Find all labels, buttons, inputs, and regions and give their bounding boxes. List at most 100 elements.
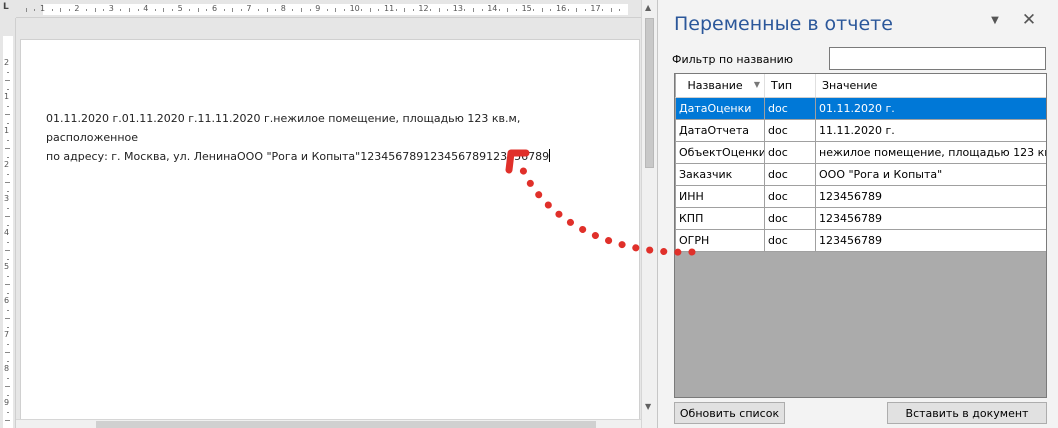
ruler-number: 9 [4, 398, 10, 407]
document-area: L 1 2 3 4 5 6 7 8 9 10 11 12 13 14 15 16 17 21123456789 … [0, 0, 657, 428]
ruler-tick [404, 8, 406, 12]
insert-into-document-button[interactable]: Вставить в документ [887, 402, 1047, 424]
ruler-number: 12 [418, 4, 429, 13]
ruler-number: 9 [315, 4, 321, 13]
ruler-tick [7, 394, 9, 396]
ruler-tick [7, 309, 9, 311]
cell-name[interactable]: ДатаОценки [675, 96, 765, 120]
ruler-tick [197, 8, 199, 12]
cell-value[interactable]: 123456789 [815, 206, 1046, 230]
tab-selector[interactable]: L [0, 0, 16, 18]
ruler-tick [189, 9, 191, 11]
ruler-tick [223, 9, 225, 11]
cell-name[interactable]: КПП [675, 206, 765, 230]
ruler-tick [5, 182, 10, 183]
ruler-tick [120, 9, 122, 11]
vertical-ruler[interactable]: 2 1 1 2 3 4 5 6 7 8 9 [0, 18, 16, 428]
pane-close-icon[interactable]: ✕ [1020, 10, 1038, 30]
scroll-down-arrow-icon[interactable]: ▼ [645, 402, 651, 411]
vertical-scrollbar[interactable]: ▲ ▼ [641, 0, 657, 428]
cell-name[interactable]: ОбъектОценки [675, 140, 765, 164]
column-header-name[interactable]: Название ▼ [675, 74, 765, 98]
ruler-tick [7, 190, 9, 192]
ruler-tick [7, 241, 9, 243]
cell-value[interactable]: 123456789 [815, 184, 1046, 208]
ruler-tick [5, 386, 10, 387]
cell-type[interactable]: doc [764, 206, 816, 230]
ruler-number: 6 [4, 296, 10, 305]
ruler-number: 3 [108, 4, 114, 13]
ruler-number: 1 [40, 4, 46, 13]
ruler-tick [447, 9, 449, 11]
refresh-list-button[interactable]: Обновить список [674, 402, 785, 424]
ruler-tick [7, 139, 9, 141]
vertical-scroll-thumb[interactable] [645, 18, 654, 168]
ruler-tick [369, 8, 371, 12]
table-row[interactable]: КПП doc 123456789 [675, 206, 1046, 230]
ruler-number: 14 [487, 4, 498, 13]
ruler-tick [5, 114, 10, 115]
cell-name[interactable]: ИНН [675, 184, 765, 208]
table-row[interactable]: ОГРН doc 123456789 [675, 228, 1046, 252]
ruler-number: 7 [246, 4, 252, 13]
ruler-tick [5, 80, 10, 81]
ruler-tick [361, 9, 363, 11]
cell-type[interactable]: doc [764, 162, 816, 186]
cell-value[interactable]: 01.11.2020 г. [815, 96, 1046, 120]
ruler-tick [94, 8, 96, 12]
table-row[interactable]: ДатаОценки doc 01.11.2020 г. [675, 96, 1046, 120]
ruler-number: 5 [177, 4, 183, 13]
horizontal-scrollbar[interactable] [16, 419, 641, 428]
cell-type[interactable]: doc [764, 140, 816, 164]
ruler-number: 6 [212, 4, 218, 13]
sort-descending-icon[interactable]: ▼ [754, 80, 760, 89]
table-row[interactable]: ИНН doc 123456789 [675, 184, 1046, 208]
variables-pane: Переменные в отчете ▼ ✕ Фильтр по назван… [657, 0, 1058, 428]
scroll-up-arrow-icon[interactable]: ▲ [645, 3, 651, 12]
ruler-tick [507, 8, 509, 12]
column-header-type-label: Тип [771, 78, 793, 92]
ruler-tick [25, 8, 27, 12]
ruler-tick [275, 9, 277, 11]
cell-name[interactable]: ДатаОтчета [675, 118, 765, 142]
ruler-tick [7, 224, 9, 226]
cell-name[interactable]: Заказчик [675, 162, 765, 186]
table-row[interactable]: ОбъектОценки doc нежилое помещение, площад… [675, 140, 1046, 164]
variables-table[interactable]: Название ▼ Тип Значение ДатаОценки doc 01.1… [674, 73, 1047, 398]
document-page[interactable]: 01.11.2020 г.01.11.2020 г.11.11.2020 г.н… [20, 39, 640, 428]
horizontal-ruler[interactable]: 1 2 3 4 5 6 7 8 9 10 11 12 13 14 15 16 17 [16, 0, 641, 18]
ruler-tick [344, 9, 345, 11]
ruler-number: 11 [384, 4, 395, 13]
cell-type[interactable]: doc [764, 118, 816, 142]
ruler-tick [154, 9, 156, 11]
document-text[interactable]: 01.11.2020 г.01.11.2020 г.11.11.2020 г.н… [46, 109, 611, 166]
ruler-tick [7, 258, 9, 260]
pane-options-dropdown-icon[interactable]: ▼ [988, 15, 1002, 26]
cell-value[interactable]: 123456789 [815, 228, 1046, 252]
ruler-number: 2 [4, 160, 10, 169]
cell-value[interactable]: ООО "Рога и Копыта" [815, 162, 1046, 186]
filter-input[interactable] [829, 47, 1046, 70]
ruler-tick [5, 352, 10, 353]
document-line-2: по адресу: г. Москва, ул. ЛенинаООО "Рог… [46, 150, 550, 163]
ruler-tick [309, 9, 311, 11]
ruler-number: 16 [556, 4, 567, 13]
cell-name[interactable]: ОГРН [675, 228, 765, 252]
cell-type[interactable]: doc [764, 96, 816, 120]
ruler-tick [335, 8, 337, 12]
ruler-tick [533, 9, 535, 11]
table-row[interactable]: Заказчик doc ООО "Рога и Копыта" [675, 162, 1046, 186]
cell-type[interactable]: doc [764, 228, 816, 252]
ruler-number: 4 [4, 228, 10, 237]
ruler-tick [516, 9, 517, 11]
ruler-tick [5, 148, 10, 149]
horizontal-scroll-thumb[interactable] [96, 421, 596, 428]
table-row[interactable]: ДатаОтчета doc 11.11.2020 г. [675, 118, 1046, 142]
column-header-type[interactable]: Тип [764, 74, 816, 98]
cell-value[interactable]: 11.11.2020 г. [815, 118, 1046, 142]
text-cursor [549, 149, 551, 162]
cell-type[interactable]: doc [764, 184, 816, 208]
cell-value[interactable]: нежилое помещение, площадью 123 кв.м [815, 140, 1046, 164]
column-header-value[interactable]: Значение [815, 74, 1046, 98]
ruler-tick [7, 377, 9, 379]
